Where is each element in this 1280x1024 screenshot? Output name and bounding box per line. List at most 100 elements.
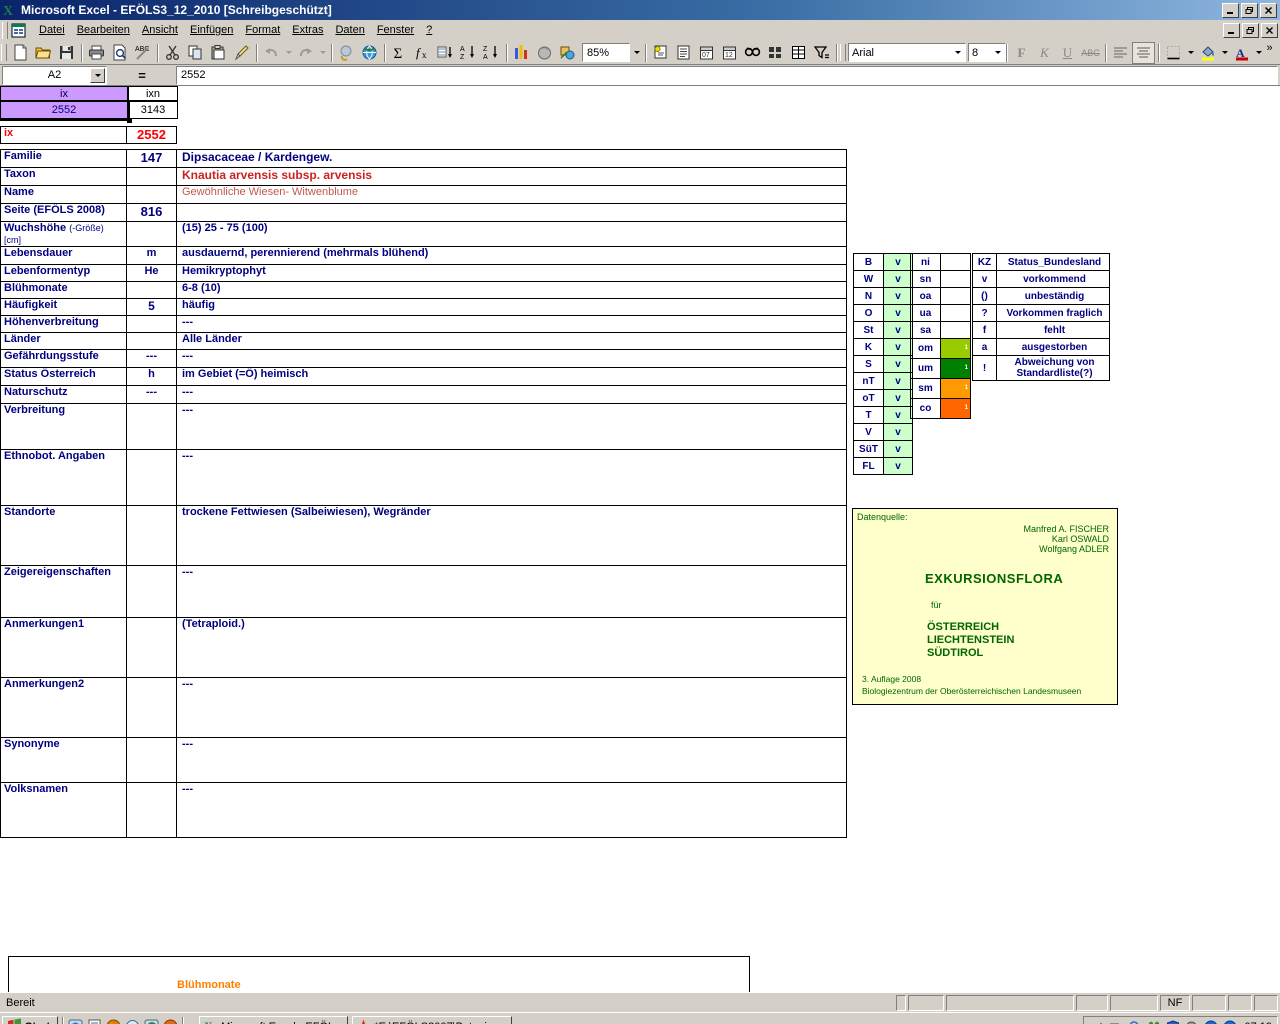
formula-bar[interactable]: A2 = 2552 <box>0 65 1280 86</box>
bundesland-row[interactable]: Wv <box>853 270 913 288</box>
network-icon[interactable] <box>1089 1019 1105 1024</box>
zoom-input[interactable]: 85% <box>582 43 630 62</box>
filter-icon[interactable] <box>810 42 833 64</box>
formula-equals-region[interactable]: = <box>108 68 176 83</box>
net-disconnect-icon[interactable] <box>1146 1019 1162 1024</box>
bundesland-row[interactable]: nT v <box>853 372 913 390</box>
table-row[interactable]: Anmerkungen2 --- <box>0 677 847 738</box>
menu-datei[interactable]: Datei <box>33 22 71 38</box>
paste-icon[interactable] <box>207 42 230 64</box>
region-row[interactable]: oa <box>910 287 971 305</box>
comment-icon[interactable] <box>649 42 672 64</box>
menu-ansicht[interactable]: Ansicht <box>136 22 184 38</box>
region-row[interactable]: ni <box>910 253 971 271</box>
bundesland-row[interactable]: Vv <box>853 423 913 441</box>
menu-extras[interactable]: Extras <box>286 22 329 38</box>
map-icon[interactable] <box>533 42 556 64</box>
shield-icon[interactable] <box>1165 1019 1181 1024</box>
fill-color-dropdown-icon[interactable] <box>1219 42 1230 64</box>
name-box[interactable]: A2 <box>2 65 107 85</box>
formatting-toolbar-grip[interactable] <box>840 44 846 61</box>
calendar-icon-2[interactable]: 12 <box>718 42 741 64</box>
sort-ascending-icon[interactable] <box>434 42 457 64</box>
strikethrough-icon[interactable]: ABC <box>1079 42 1102 64</box>
status-legend-table[interactable]: KZ Status_Bundesland v vorkommend() unbestän… <box>972 253 1110 381</box>
menu-format[interactable]: Format <box>239 22 286 38</box>
sort-za-icon[interactable]: ZA <box>480 42 503 64</box>
borders-icon[interactable] <box>1162 42 1185 64</box>
table-row[interactable]: Seite (EFÖLS 2008) 816 <box>0 203 847 222</box>
bundesland-row[interactable]: Tv <box>853 406 913 424</box>
drawing-icon[interactable] <box>556 42 579 64</box>
calendar-icon-1[interactable]: 07 <box>695 42 718 64</box>
menu-fenster[interactable]: Fenster <box>371 22 420 38</box>
font-dropdown-icon[interactable] <box>952 42 963 64</box>
notes-icon[interactable] <box>86 1019 102 1024</box>
table-row[interactable]: Ethnobot. Angaben --- <box>0 449 847 506</box>
taskbar-item-excel[interactable]: X Microsoft Excel - EFÖL... <box>199 1015 349 1024</box>
notes-icon[interactable] <box>672 42 695 64</box>
bundesland-row[interactable]: St v <box>853 321 913 339</box>
region-row[interactable]: um 1 <box>910 358 971 379</box>
table-row[interactable]: Naturschutz --- --- <box>0 385 847 404</box>
status-legend-row[interactable]: a ausgestorben <box>972 338 1110 356</box>
status-legend-row[interactable]: f fehlt <box>972 321 1110 339</box>
taskbar-item-botanic[interactable]: *E:\EFÖLS2007\Botanisc... <box>352 1015 512 1024</box>
app-window-controls[interactable] <box>1222 2 1277 18</box>
status-legend-row[interactable]: ? Vorkommen fraglich <box>972 304 1110 322</box>
refresh-icon[interactable] <box>143 1019 159 1024</box>
standard-toolbar-grip[interactable] <box>1 44 7 61</box>
fill-color-icon[interactable] <box>1196 42 1219 64</box>
cell-value-ix[interactable]: 2552 <box>0 101 128 119</box>
redo-dropdown-icon[interactable] <box>317 42 328 64</box>
taskbar[interactable]: Start e X Microsoft Excel - EFÖL... <box>0 1012 1280 1024</box>
ie-icon[interactable] <box>67 1019 83 1024</box>
doc-minimize-button[interactable] <box>1223 22 1240 38</box>
region-row[interactable]: co 1 <box>910 398 971 419</box>
font-size-dropdown-icon[interactable] <box>992 42 1003 64</box>
table-row[interactable]: Taxon Knautia arvensis subsp. arvensis <box>0 167 847 186</box>
redo-icon[interactable] <box>294 42 317 64</box>
bundesland-row[interactable]: oT v <box>853 389 913 407</box>
bundesland-row[interactable]: Bv <box>853 253 913 271</box>
font-color-icon[interactable]: A <box>1230 42 1253 64</box>
region-row[interactable]: ua <box>910 304 971 322</box>
sort-az-icon[interactable]: AZ <box>457 42 480 64</box>
print-preview-icon[interactable] <box>108 42 131 64</box>
table-row[interactable]: Höhenverbreitung --- <box>0 315 847 333</box>
formula-input[interactable]: 2552 <box>176 65 1278 85</box>
explorer-icon[interactable]: e <box>124 1019 140 1024</box>
menu-bar[interactable]: Datei Bearbeiten Ansicht Einfügen Format… <box>0 20 1280 41</box>
toolbar[interactable]: ABC Σ fx AZ ZA 85% 07 12 Arial 8 F K U A… <box>0 41 1280 65</box>
copy-icon[interactable] <box>184 42 207 64</box>
new-icon[interactable] <box>9 42 32 64</box>
search-icon[interactable] <box>1127 1019 1143 1024</box>
open-icon[interactable] <box>32 42 55 64</box>
undo-icon[interactable] <box>260 42 283 64</box>
italic-icon[interactable]: K <box>1033 42 1056 64</box>
paste-function-icon[interactable]: fx <box>411 42 434 64</box>
table-row[interactable]: Name Gewöhnliche Wiesen- Witwenblume <box>0 185 847 204</box>
cell-header-ix[interactable]: ix <box>0 86 128 101</box>
underline-icon[interactable]: U <box>1056 42 1079 64</box>
species-info-table[interactable]: ix 2552 Familie 147 Dipsacaceae / Kardengew.… <box>0 126 847 838</box>
status-legend-row[interactable]: () unbeständig <box>972 287 1110 305</box>
print-icon[interactable] <box>85 42 108 64</box>
menu-bearbeiten[interactable]: Bearbeiten <box>71 22 136 38</box>
spellcheck-icon[interactable]: ABC <box>131 42 154 64</box>
region-status-table[interactable]: ni sn oa ua sa om 1 um 1 sm 1 co 1 <box>910 253 971 419</box>
chart-wizard-icon[interactable] <box>510 42 533 64</box>
clock[interactable]: 07:19 <box>1244 1021 1272 1024</box>
fill-handle[interactable] <box>127 118 132 123</box>
acrobat-icon[interactable]: a <box>1222 1019 1238 1024</box>
table-row[interactable]: Häufigkeit 5 häufig <box>0 298 847 316</box>
table-row[interactable]: Verbreitung --- <box>0 403 847 450</box>
cell-header-ixn[interactable]: ixn <box>128 86 178 101</box>
save-icon[interactable] <box>55 42 78 64</box>
zoom-dropdown-icon[interactable] <box>631 42 642 64</box>
name-box-dropdown-icon[interactable] <box>90 67 105 83</box>
table-row-ix[interactable]: ix 2552 <box>0 126 847 144</box>
doc-restore-button[interactable] <box>1242 22 1259 38</box>
table-row[interactable]: Gefährdungsstufe --- --- <box>0 349 847 368</box>
region-row[interactable]: om 1 <box>910 338 971 359</box>
